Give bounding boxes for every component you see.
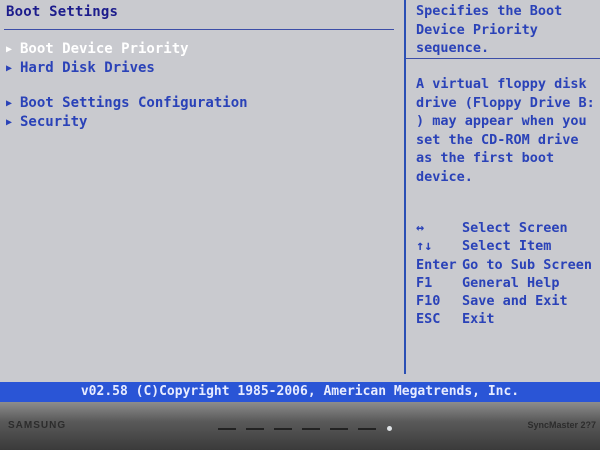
submenu-arrow-icon: ▶ [6, 44, 13, 55]
bottom-margin [0, 374, 600, 382]
monitor-button[interactable] [274, 428, 292, 430]
bios-screen: Boot Settings ▶ Boot Device Priority ▶ Har… [0, 0, 600, 404]
monitor-bezel [0, 402, 600, 450]
help-panel: Specifies the Boot Device Priority seque… [406, 0, 600, 374]
menu-item-label: Boot Settings Configuration [20, 95, 248, 111]
monitor-button[interactable] [218, 428, 236, 430]
key-name: ↑↓ [416, 238, 433, 255]
monitor-button[interactable] [246, 428, 264, 430]
power-led-icon [387, 426, 392, 431]
key-legend-row: Enter Go to Sub Screen [416, 257, 592, 275]
monitor-brand-logo: SAMSUNG [8, 420, 67, 431]
menu-item-hard-disk-drives[interactable]: ▶ Hard Disk Drives [6, 60, 155, 76]
help-divider [406, 58, 600, 59]
menu-item-boot-settings-configuration[interactable]: ▶ Boot Settings Configuration [6, 95, 248, 111]
key-name: F1 [416, 274, 433, 291]
monitor-button[interactable] [330, 428, 348, 430]
key-legend: ↔ Select Screen ↑↓ Select Item Enter Go to … [416, 220, 592, 330]
key-legend-row: ESC Exit [416, 311, 592, 329]
menu-item-security[interactable]: ▶ Security [6, 114, 87, 130]
key-action: Select Screen [462, 220, 568, 236]
help-description: Specifies the Boot Device Priority seque… [416, 3, 563, 56]
key-name: F10 [416, 293, 441, 310]
key-action: Save and Exit [462, 293, 568, 310]
submenu-arrow-icon: ▶ [6, 63, 13, 74]
key-name: ESC [416, 311, 441, 328]
menu-item-label: Hard Disk Drives [20, 60, 155, 76]
monitor-button[interactable] [358, 428, 376, 430]
key-legend-row: F1 General Help [416, 275, 592, 293]
key-legend-row: ↔ Select Screen [416, 220, 592, 238]
title-divider [4, 29, 394, 30]
menu-item-boot-device-priority[interactable]: ▶ Boot Device Priority [6, 41, 189, 57]
key-legend-row: ↑↓ Select Item [416, 238, 592, 256]
key-action: Select Item [462, 238, 552, 255]
monitor-button[interactable] [302, 428, 320, 430]
key-action: Go to Sub Screen [462, 256, 593, 273]
monitor-model-label: SyncMaster 2?7 [527, 420, 596, 430]
copyright-bar: v02.58 (C)Copyright 1985-2006, American … [0, 382, 600, 402]
key-action: Exit [462, 311, 495, 328]
help-note: A virtual floppy disk drive (Floppy Driv… [416, 76, 595, 185]
key-legend-row: F10 Save and Exit [416, 293, 592, 311]
main-panel: Boot Settings ▶ Boot Device Priority ▶ Har… [0, 0, 406, 374]
key-name: ↔ [416, 220, 425, 236]
page-title: Boot Settings [6, 4, 119, 20]
submenu-arrow-icon: ▶ [6, 98, 13, 109]
key-name: Enter [416, 256, 457, 273]
key-action: General Help [462, 274, 560, 291]
menu-item-label: Boot Device Priority [20, 41, 189, 57]
menu-item-label: Security [20, 114, 88, 130]
submenu-arrow-icon: ▶ [6, 117, 13, 128]
